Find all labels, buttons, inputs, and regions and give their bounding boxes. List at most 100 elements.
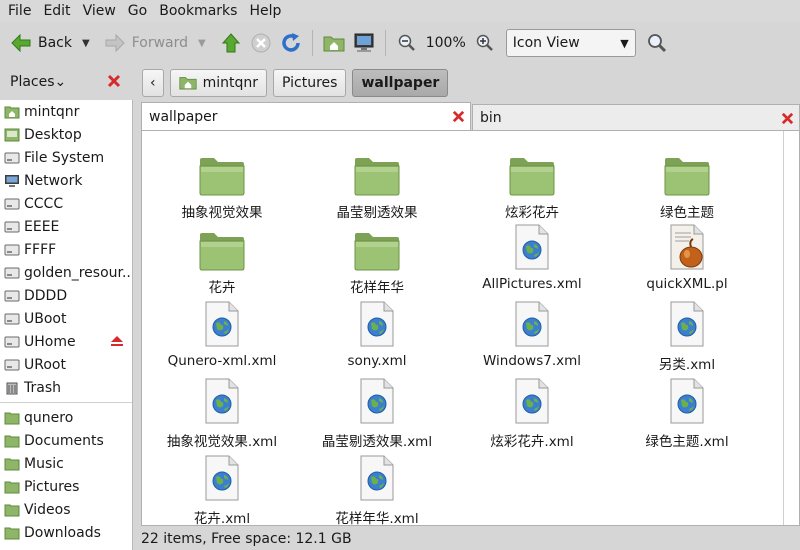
sidebar-item-music[interactable]: Music bbox=[0, 452, 132, 475]
file-name: Qunero-xml.xml bbox=[167, 353, 277, 369]
sidebar-splitter[interactable] bbox=[133, 100, 141, 550]
sidebar-item-desktop[interactable]: Desktop bbox=[0, 123, 132, 146]
sidebar-item-videos[interactable]: Videos bbox=[0, 498, 132, 521]
computer-button[interactable] bbox=[349, 27, 379, 59]
xml-file-icon bbox=[457, 300, 607, 348]
file-name: 炫彩花卉.xml bbox=[490, 434, 574, 450]
file-item[interactable]: Qunero-xml.xml bbox=[147, 300, 297, 369]
file-item[interactable]: AllPictures.xml bbox=[457, 223, 607, 292]
folder-item[interactable]: 花卉 bbox=[147, 223, 297, 296]
tab-bin[interactable]: bin bbox=[472, 104, 800, 130]
file-item[interactable]: 抽象视觉效果.xml bbox=[147, 377, 297, 450]
path-segment-wallpaper[interactable]: wallpaper bbox=[352, 68, 449, 97]
drive-icon bbox=[4, 197, 20, 211]
back-history-dropdown[interactable]: ▼ bbox=[82, 38, 90, 49]
sidebar-item-documents[interactable]: Documents bbox=[0, 429, 132, 452]
menu-go[interactable]: Go bbox=[124, 3, 155, 19]
vertical-scrollbar[interactable] bbox=[783, 131, 797, 525]
folder-item[interactable]: 晶莹剔透效果 bbox=[302, 148, 452, 221]
file-item[interactable]: Windows7.xml bbox=[457, 300, 607, 369]
reload-button[interactable] bbox=[276, 27, 306, 59]
folder-icon bbox=[147, 223, 297, 271]
forward-history-dropdown[interactable]: ▼ bbox=[198, 38, 206, 49]
eject-icon[interactable] bbox=[110, 335, 124, 351]
file-item[interactable]: 花卉.xml bbox=[147, 454, 297, 527]
zoom-in-button[interactable] bbox=[470, 27, 500, 59]
places-selector[interactable]: Places⌄ bbox=[10, 74, 66, 90]
close-tab-icon[interactable] bbox=[451, 109, 466, 128]
zoom-out-button[interactable] bbox=[392, 27, 422, 59]
folder-icon bbox=[302, 148, 452, 196]
sidebar-item-eeee[interactable]: EEEE bbox=[0, 215, 132, 238]
file-item[interactable]: quickXML.pl bbox=[612, 223, 762, 292]
file-name: 花样年华 bbox=[350, 280, 404, 296]
up-button[interactable] bbox=[216, 27, 246, 59]
back-button[interactable]: Back ▼ bbox=[6, 27, 94, 59]
sidebar-item-dddd[interactable]: DDDD bbox=[0, 284, 132, 307]
drive-icon bbox=[4, 151, 20, 165]
file-name: Windows7.xml bbox=[482, 353, 582, 369]
file-item[interactable]: sony.xml bbox=[302, 300, 452, 369]
sidebar-item-mintqnr[interactable]: mintqnr bbox=[0, 100, 132, 123]
path-segment-pictures[interactable]: Pictures bbox=[273, 68, 347, 97]
home-folder-icon bbox=[323, 32, 345, 54]
xml-file-icon bbox=[302, 300, 452, 348]
file-item[interactable]: 另类.xml bbox=[612, 300, 762, 373]
view-mode-select[interactable]: Icon View ▼ bbox=[505, 29, 636, 57]
menu-bookmarks[interactable]: Bookmarks bbox=[155, 3, 245, 19]
zoom-level: 100% bbox=[425, 35, 466, 51]
sidebar-item-uhome[interactable]: UHome bbox=[0, 330, 132, 353]
sidebar-item-file-system[interactable]: File System bbox=[0, 146, 132, 169]
file-item[interactable]: 晶莹剔透效果.xml bbox=[302, 377, 452, 450]
path-back-arrow[interactable]: ‹ bbox=[142, 68, 164, 97]
folder-item[interactable]: 花样年华 bbox=[302, 223, 452, 296]
sidebar-item-ffff[interactable]: FFFF bbox=[0, 238, 132, 261]
sidebar-item-golden-resour[interactable]: golden_resour... bbox=[0, 261, 132, 284]
file-item[interactable]: 花样年华.xml bbox=[302, 454, 452, 527]
tab-wallpaper[interactable]: wallpaper bbox=[141, 102, 471, 130]
home-button[interactable] bbox=[319, 27, 349, 59]
sidebar-item-uboot[interactable]: UBoot bbox=[0, 307, 132, 330]
zoom-out-icon bbox=[396, 32, 418, 54]
folder-icon bbox=[612, 148, 762, 196]
zoom-in-icon bbox=[474, 32, 496, 54]
sidebar-item-downloads[interactable]: Downloads bbox=[0, 521, 132, 544]
file-item[interactable]: 绿色主题.xml bbox=[612, 377, 762, 450]
folder-item[interactable]: 抽象视觉效果 bbox=[147, 148, 297, 221]
drive-icon bbox=[4, 243, 20, 257]
folder-icon bbox=[302, 223, 452, 271]
sidebar-item-network[interactable]: Network bbox=[0, 169, 132, 192]
forward-label: Forward bbox=[131, 35, 189, 51]
sidebar-item-cccc[interactable]: CCCC bbox=[0, 192, 132, 215]
search-button[interactable] bbox=[642, 27, 672, 59]
file-item[interactable]: 炫彩花卉.xml bbox=[457, 377, 607, 450]
network-icon bbox=[4, 174, 20, 188]
status-bar: 22 items, Free space: 12.1 GB bbox=[134, 527, 800, 550]
sidebar-item-trash[interactable]: Trash bbox=[0, 376, 132, 399]
xml-file-icon bbox=[147, 454, 297, 502]
toolbar-separator bbox=[384, 30, 386, 56]
file-name: 绿色主题.xml bbox=[645, 434, 729, 450]
sidebar-item-uroot[interactable]: URoot bbox=[0, 353, 132, 376]
sidebar-item-qunero[interactable]: qunero bbox=[0, 406, 132, 429]
desktop-icon bbox=[4, 128, 20, 142]
folder-item[interactable]: 炫彩花卉 bbox=[457, 148, 607, 221]
path-segment-home[interactable]: mintqnr bbox=[169, 68, 268, 97]
stop-icon bbox=[250, 32, 272, 54]
close-tab-icon[interactable] bbox=[780, 111, 795, 130]
sidebar-item-label: Network bbox=[24, 172, 83, 189]
menu-help[interactable]: Help bbox=[245, 3, 289, 19]
stop-button[interactable] bbox=[246, 27, 276, 59]
sidebar-item-label: EEEE bbox=[24, 218, 60, 235]
menu-edit[interactable]: Edit bbox=[39, 3, 78, 19]
menu-view[interactable]: View bbox=[79, 3, 124, 19]
up-arrow-icon bbox=[220, 32, 242, 54]
folder-item[interactable]: 绿色主题 bbox=[612, 148, 762, 221]
drive-icon bbox=[4, 266, 20, 280]
path-segment-label: wallpaper bbox=[361, 74, 440, 91]
close-sidebar-icon[interactable] bbox=[106, 73, 122, 93]
sidebar-item-label: Documents bbox=[24, 432, 104, 449]
forward-button[interactable]: Forward ▼ bbox=[100, 27, 210, 59]
menu-file[interactable]: File bbox=[4, 3, 39, 19]
sidebar-item-pictures[interactable]: Pictures bbox=[0, 475, 132, 498]
